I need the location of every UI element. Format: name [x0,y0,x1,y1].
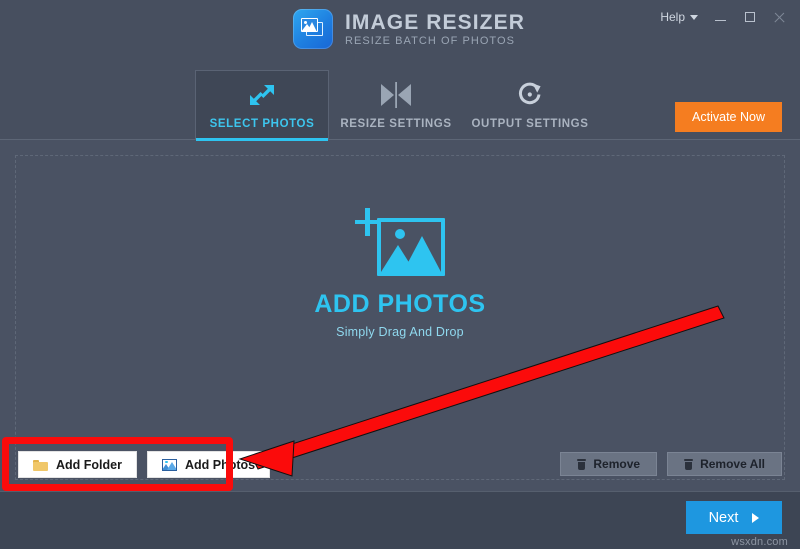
expand-arrows-icon [247,81,277,109]
tab-select-photos-label: SELECT PHOTOS [209,118,315,130]
remove-button[interactable]: Remove [560,452,658,476]
close-button[interactable] [765,6,792,28]
minimize-icon [715,20,726,21]
remove-label: Remove [593,457,641,471]
add-photos-label: Add Photos [184,457,256,472]
main-content: ADD PHOTOS Simply Drag And Drop Add Fold… [0,141,800,491]
add-photos-title: ADD PHOTOS [314,290,486,318]
tab-select-photos[interactable]: SELECT PHOTOS [195,70,329,141]
app-window: Help IMAGE RESIZER RESIZE BATCH OF PHOTO… [0,0,800,549]
remove-all-label: Remove All [700,457,765,471]
tab-output-settings[interactable]: OUTPUT SETTINGS [463,70,597,140]
folder-icon [33,459,48,471]
trash-icon [684,458,694,470]
app-header: Help IMAGE RESIZER RESIZE BATCH OF PHOTO… [0,0,800,141]
tab-resize-settings[interactable]: RESIZE SETTINGS [329,70,463,140]
add-photos-button[interactable]: Add Photos [146,451,271,478]
tab-resize-settings-label: RESIZE SETTINGS [340,117,452,130]
help-button[interactable]: Help [653,7,705,28]
maximize-button[interactable] [736,6,763,28]
app-title-block: IMAGE RESIZER RESIZE BATCH OF PHOTOS [345,11,525,48]
next-button[interactable]: Next [686,501,782,534]
add-folder-button[interactable]: Add Folder [18,451,137,478]
app-subtitle: RESIZE BATCH OF PHOTOS [345,34,515,47]
trash-icon [577,458,587,470]
minimize-button[interactable] [707,6,734,28]
activate-now-button[interactable]: Activate Now [675,102,782,132]
photo-icon [161,458,177,471]
remove-button-group: Remove Remove All [560,452,782,476]
next-label: Next [708,509,739,526]
add-photos-subtitle: Simply Drag And Drop [336,325,464,339]
chevron-right-icon [752,512,760,523]
remove-all-button[interactable]: Remove All [667,452,782,476]
app-footer: Next wsxdn.com [0,491,800,549]
watermark: wsxdn.com [731,536,788,548]
tab-output-settings-label: OUTPUT SETTINGS [471,117,589,130]
tab-bar: SELECT PHOTOS RESIZE SETTINGS OUTPUT SET… [195,70,597,141]
help-label: Help [660,9,685,24]
bowtie-resize-icon [379,81,413,109]
import-button-group: Add Folder Add Photos [18,451,271,478]
window-controls: Help [653,6,792,28]
photo-stack-icon [293,9,333,49]
app-logo: IMAGE RESIZER RESIZE BATCH OF PHOTOS [293,9,525,49]
close-icon [773,12,784,23]
dropzone-prompt: ADD PHOTOS Simply Drag And Drop [16,208,784,339]
photo-dropzone[interactable]: ADD PHOTOS Simply Drag And Drop [15,155,785,480]
refresh-circle-icon [516,81,544,109]
add-photo-frame-icon [355,208,445,276]
add-folder-label: Add Folder [56,457,122,472]
maximize-icon [744,12,755,22]
page-title: IMAGE RESIZER [345,10,525,34]
chevron-down-icon [690,15,698,20]
